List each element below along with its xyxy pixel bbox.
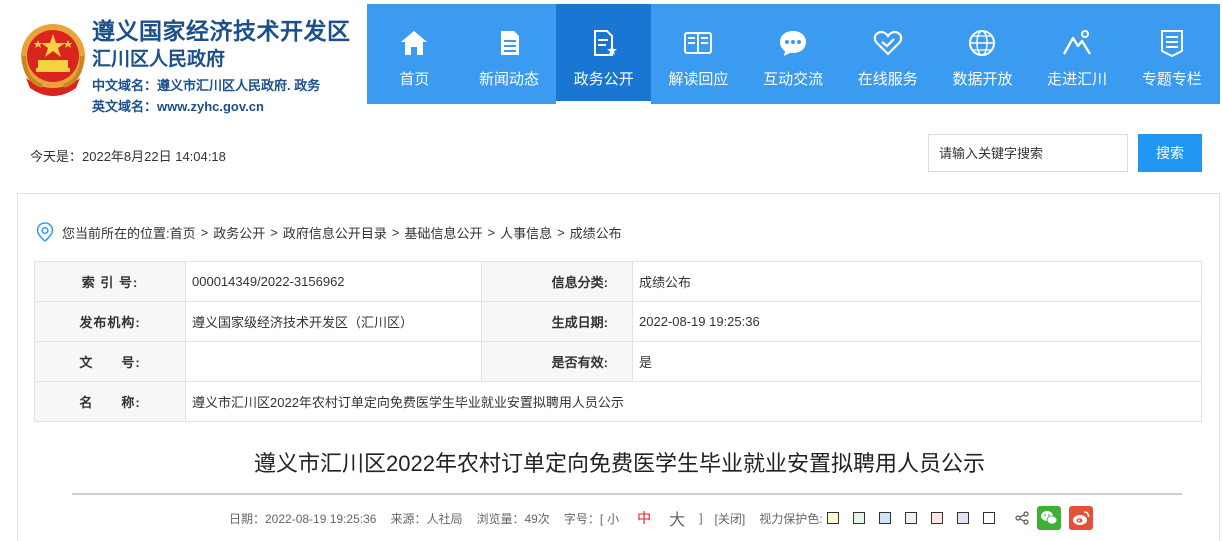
nav-item-news[interactable]: 新闻动态 (462, 4, 557, 104)
nav-label: 在线服务 (857, 71, 918, 88)
weibo-share-button[interactable] (1068, 506, 1093, 530)
breadcrumb-separator: > (557, 224, 565, 240)
eye-protect-label: 视力保护色: (759, 511, 823, 526)
breadcrumb-separator: > (391, 224, 400, 240)
breadcrumb-separator: > (487, 224, 496, 240)
wechat-icon (1040, 511, 1057, 525)
nav-item-data-open[interactable]: 数据开放 (935, 4, 1030, 104)
category-label: 信息分类: (481, 261, 633, 302)
wechat-share-button[interactable] (1036, 506, 1061, 530)
breadcrumb-basic-info[interactable]: 基础信息公开 (404, 223, 482, 242)
current-date: 今天是：2022年8月22日 14:04:18 (30, 149, 226, 164)
location-pin-icon (36, 222, 54, 242)
swatch-green[interactable] (852, 512, 865, 524)
list-icon (1160, 30, 1183, 58)
font-size-medium[interactable]: 中 (637, 508, 651, 528)
nav-item-interaction[interactable]: 互动交流 (746, 4, 841, 104)
publisher-label: 发布机构: (34, 301, 186, 342)
swatch-gray[interactable] (904, 512, 917, 524)
site-title: 遵义国家经济技术开发区 (92, 19, 351, 45)
article-meta: 日期：2022-08-19 19:25:36 来源：人社局 浏览量：49次 字号… (229, 506, 1101, 530)
search-input[interactable] (928, 134, 1128, 172)
meta-date: 日期：2022-08-19 19:25:36 (229, 511, 377, 526)
breadcrumb-separator: > (200, 224, 209, 240)
date-label: 生成日期: (481, 301, 633, 342)
publisher-value: 遵义国家级经济技术开发区（汇川区） (185, 301, 482, 342)
nav-item-topics[interactable]: 专题专栏 (1125, 4, 1220, 104)
nav-label: 互动交流 (763, 71, 824, 88)
name-label: 名 称: (34, 381, 186, 422)
site-header: 遵义国家经济技术开发区 汇川区人民政府 中文域名：遵义市汇川区人民政府. 政务 … (0, 0, 1223, 114)
valid-value: 是 (632, 341, 1202, 382)
nav-label: 数据开放 (952, 71, 1013, 88)
news-icon (501, 31, 520, 55)
font-size-control: 字号：[ 小 中 大 ] (564, 506, 703, 530)
breadcrumb-separator: > (270, 224, 278, 240)
meta-views: 浏览量：49次 (476, 511, 550, 526)
date-value: 2022-08-19 19:25:36 (632, 301, 1202, 342)
breadcrumb: 您当前所在的位置: 首页 > 政务公开 > 政府信息公开目录 > 基础信息公开 … (36, 222, 622, 242)
swatch-yellow[interactable] (826, 512, 839, 524)
font-size-bracket: ] (699, 511, 703, 525)
swatch-white[interactable] (982, 512, 995, 524)
nav-label: 解读回应 (668, 71, 729, 88)
nav-item-online-service[interactable]: 在线服务 (840, 4, 935, 104)
domain-en: 英文域名：www.zyhc.gov.cn (92, 99, 264, 114)
site-subtitle: 汇川区人民政府 (92, 48, 226, 70)
font-size-small[interactable]: 小 (607, 510, 619, 527)
book-icon (684, 32, 713, 54)
logo-area[interactable]: 遵义国家经济技术开发区 汇川区人民政府 中文域名：遵义市汇川区人民政府. 政务 … (16, 10, 366, 114)
title-divider (72, 493, 1182, 495)
swatch-purple[interactable] (956, 512, 969, 524)
meta-source: 来源：人社局 (390, 511, 463, 526)
national-emblem-icon (21, 24, 85, 96)
main-nav: 首页 新闻动态 政务公开 解读回应 互动交流 在线服务 数据开放 走进汇川 专题… (367, 4, 1220, 104)
swatch-blue[interactable] (878, 512, 891, 524)
nav-label: 新闻动态 (479, 71, 540, 88)
name-value: 遵义市汇川区2022年农村订单定向免费医学生毕业就业安置拟聘用人员公示 (185, 381, 1202, 422)
document-icon (593, 30, 617, 56)
valid-label: 是否有效: (481, 341, 633, 382)
eye-protect-swatches (826, 512, 1009, 524)
breadcrumb-prefix: 您当前所在的位置: (62, 225, 170, 241)
close-link[interactable]: [关闭] (715, 510, 746, 527)
nav-label: 走进汇川 (1047, 71, 1108, 88)
table-row: 名 称: 遵义市汇川区2022年农村订单定向免费医学生毕业就业安置拟聘用人员公示 (34, 381, 1202, 422)
globe-icon (969, 30, 996, 56)
nav-label: 专题专栏 (1141, 71, 1202, 88)
share-icon[interactable] (1014, 511, 1029, 525)
weibo-icon (1072, 511, 1089, 525)
table-row: 文 号: 是否有效: 是 (34, 341, 1202, 382)
font-size-label: 字号：[ (563, 511, 604, 526)
search-button[interactable]: 搜索 (1138, 134, 1202, 172)
domain-cn: 中文域名：遵义市汇川区人民政府. 政务 (92, 78, 321, 93)
breadcrumb-results[interactable]: 成绩公布 (570, 223, 622, 242)
nav-label: 政务公开 (573, 71, 634, 88)
category-value: 成绩公布 (632, 261, 1202, 302)
mountain-icon (1063, 30, 1092, 55)
index-label: 索 引 号: (34, 261, 186, 302)
doc-number-value (185, 341, 482, 382)
home-icon (401, 31, 428, 55)
font-size-large[interactable]: 大 (669, 506, 685, 530)
swatch-pink[interactable] (930, 512, 943, 524)
handshake-icon (873, 30, 903, 56)
index-value: 000014349/2022-3156962 (185, 261, 482, 302)
breadcrumb-info-catalog[interactable]: 政府信息公开目录 (283, 223, 387, 242)
breadcrumb-gov-affairs[interactable]: 政务公开 (213, 223, 265, 242)
breadcrumb-home[interactable]: 首页 (170, 223, 196, 242)
info-table: 索 引 号: 000014349/2022-3156962 信息分类: 成绩公布… (34, 261, 1202, 422)
nav-label: 首页 (399, 71, 430, 88)
breadcrumb-personnel[interactable]: 人事信息 (500, 223, 552, 242)
table-row: 索 引 号: 000014349/2022-3156962 信息分类: 成绩公布 (34, 261, 1202, 302)
chat-icon (780, 31, 807, 56)
content-box: 您当前所在的位置: 首页 > 政务公开 > 政府信息公开目录 > 基础信息公开 … (17, 193, 1220, 541)
article-title: 遵义市汇川区2022年农村订单定向免费医学生毕业就业安置拟聘用人员公示 (254, 451, 985, 476)
nav-item-interpretation[interactable]: 解读回应 (651, 4, 746, 104)
nav-item-about[interactable]: 走进汇川 (1030, 4, 1125, 104)
doc-number-label: 文 号: (34, 341, 186, 382)
nav-item-gov-affairs[interactable]: 政务公开 (556, 4, 652, 104)
table-row: 发布机构: 遵义国家级经济技术开发区（汇川区） 生成日期: 2022-08-19… (34, 301, 1202, 342)
nav-item-home[interactable]: 首页 (367, 4, 462, 104)
